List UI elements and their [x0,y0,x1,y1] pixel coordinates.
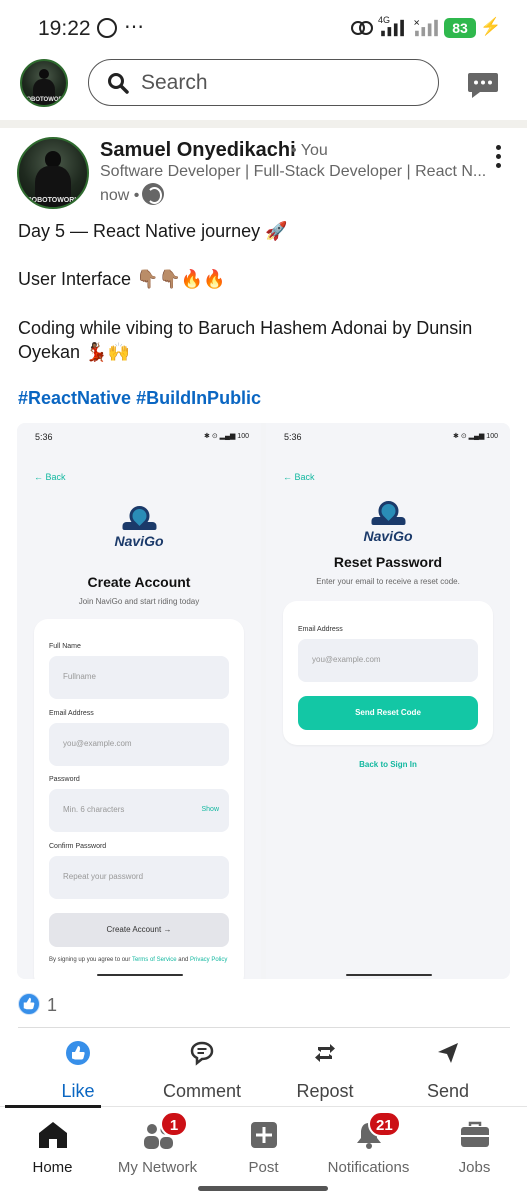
battery-indicator: 83 [444,18,476,38]
send-label: Send [426,1081,470,1101]
messaging-icon[interactable] [466,70,500,100]
status-bar: 19:22 ⋯ 4G ✕ 83 ⚡ [0,0,527,56]
network-badge: 1 [160,1111,188,1137]
phone-status-icons: ✱ ⊙ ▂▄▆ 100 [453,433,498,440]
post-text-line: User Interface 👇🏽👇🏽🔥🔥 [18,269,226,289]
nav-post[interactable]: Post [211,1120,316,1176]
password-field[interactable]: Min. 6 characters Show [49,789,229,832]
post-text-line: Coding while vibing to Baruch Hashem Ado… [18,318,473,362]
home-icon [38,1122,67,1148]
signal-no-service-icon: ✕ [413,18,438,37]
feed-divider [0,120,527,128]
comment-button[interactable]: Comment [152,1040,252,1102]
email-label: Email Address [49,710,94,717]
reset-password-subtitle: Enter your email to receive a reset code… [316,577,460,586]
hotspot-icon [351,21,373,35]
author-you-tag: • You [291,142,328,159]
confirm-password-field[interactable]: Repeat your password [49,856,229,899]
nav-my-network-label: My Network [117,1159,198,1176]
author-headline: Software Developer | Full-Stack Develope… [100,163,487,180]
phone-time: 5:36 [284,432,302,442]
nav-my-network[interactable]: My Network [105,1120,210,1176]
send-icon [438,1043,458,1063]
nav-notifications-label: Notifications [327,1159,410,1176]
terms-text: By signing up you agree to our Terms of … [49,957,228,963]
nav-jobs-label: Jobs [458,1159,491,1176]
phone-screen-reset-password: 5:36 ✱ ⊙ ▂▄▆ 100 ← Back NaviGo Reset Pas… [266,423,510,979]
back-link[interactable]: ← Back [283,472,315,482]
comment-label: Comment [162,1081,242,1101]
charging-icon: ⚡ [480,17,502,36]
nav-jobs[interactable]: Jobs [422,1120,527,1176]
author-name[interactable]: Samuel Onyedikachi [100,139,296,162]
svg-text:✕: ✕ [413,18,420,27]
status-time: 19:22 [38,17,91,40]
show-password-toggle[interactable]: Show [201,806,219,813]
globe-icon [142,183,164,205]
author-avatar[interactable]: ROBOTOWORK [17,137,89,209]
post-time: now • [100,187,140,204]
navigo-logo: NaviGo [363,496,413,544]
email-field[interactable]: you@example.com [298,639,478,682]
email-field[interactable]: you@example.com [49,723,229,766]
create-account-button[interactable]: Create Account → [49,913,229,947]
search-placeholder: Search [141,71,208,94]
like-icon [66,1041,90,1065]
nav-home-label: Home [32,1159,73,1176]
reaction-count[interactable]: 1 [47,995,57,1016]
nav-post-label: Post [248,1159,279,1176]
nav-selected-indicator [5,1105,101,1108]
reset-form-card: Email Address you@example.com Send Reset… [283,601,493,745]
profile-avatar[interactable]: ROBOTOWORK [20,59,68,107]
navigo-logo: NaviGo [114,501,164,549]
post-text-line: Day 5 — React Native journey 🚀 [18,221,288,241]
send-button[interactable]: Send [398,1040,498,1102]
password-label: Password [49,776,80,783]
confirm-password-label: Confirm Password [49,843,107,850]
back-to-sign-in-link[interactable]: Back to Sign In [266,760,510,769]
terms-link[interactable]: Terms of Service [132,957,177,963]
search-bar[interactable]: Search [88,59,439,106]
create-account-title: Create Account [87,574,191,590]
phone-time: 5:36 [35,432,53,442]
nav-home[interactable]: Home [0,1120,105,1176]
like-button[interactable]: Like [28,1040,128,1102]
create-account-subtitle: Join NaviGo and start riding today [78,597,200,606]
phone-screen-create-account: 5:36 ✱ ⊙ ▂▄▆ 100 ← Back NaviGo Create Ac… [17,423,261,979]
repost-label: Repost [296,1081,354,1101]
whatsapp-icon [97,18,117,38]
post-image[interactable]: 5:36 ✱ ⊙ ▂▄▆ 100 ← Back NaviGo Create Ac… [17,423,510,979]
privacy-link[interactable]: Privacy Policy [190,957,227,963]
phone-home-indicator [346,974,432,976]
notifications-badge: 21 [368,1111,401,1137]
post-icon [250,1122,277,1148]
send-reset-code-button[interactable]: Send Reset Code [298,696,478,730]
like-label: Like [61,1081,95,1101]
phone-home-indicator [97,974,183,976]
search-icon [108,73,129,94]
post-options-icon[interactable] [490,145,506,172]
full-name-field[interactable]: Fullname [49,656,229,699]
actions-divider [18,1027,510,1028]
gesture-bar [198,1186,328,1191]
like-reaction-icon[interactable] [18,993,40,1015]
comment-icon [190,1041,214,1066]
email-label: Email Address [298,626,343,633]
post-hashtags[interactable]: #ReactNative #BuildInPublic [18,388,261,409]
signal-icon [381,19,404,37]
phone-status-icons: ✱ ⊙ ▂▄▆ 100 [204,433,249,440]
signup-form-card: Full Name Fullname Email Address you@exa… [34,619,244,979]
reset-password-title: Reset Password [333,554,443,570]
status-more-indicator: ⋯ [124,16,145,38]
briefcase-icon [460,1121,489,1147]
full-name-label: Full Name [49,643,81,650]
repost-button[interactable]: Repost [275,1040,375,1102]
repost-icon [315,1044,335,1062]
back-link[interactable]: ← Back [34,472,66,482]
